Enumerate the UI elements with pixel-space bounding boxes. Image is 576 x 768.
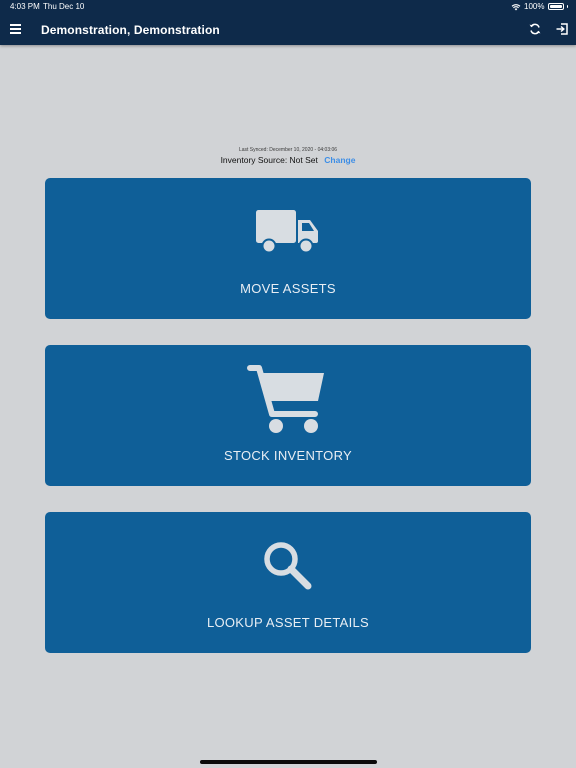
battery-tip [566, 5, 568, 8]
stock-inventory-label: STOCK INVENTORY [223, 448, 353, 463]
logout-icon[interactable] [555, 22, 569, 36]
battery-percent: 100% [524, 2, 545, 11]
move-assets-label: MOVE ASSETS [240, 281, 336, 296]
app-header: 4:03 PM Thu Dec 10 100% Demonstration, D… [0, 0, 576, 45]
magnifier-icon-wrap [45, 540, 531, 592]
magnifier-icon [264, 542, 312, 590]
status-time: 4:03 PM [10, 2, 40, 11]
lookup-asset-details-button[interactable]: LOOKUP ASSET DETAILS [45, 512, 531, 653]
truck-icon-wrap [45, 208, 531, 254]
last-synced-text: Last Synced: December 10, 2020 - 04:03:0… [238, 147, 338, 153]
move-assets-button[interactable]: MOVE ASSETS [45, 178, 531, 319]
hamburger-menu-icon[interactable] [10, 24, 22, 34]
sync-info: Last Synced: December 10, 2020 - 04:03:0… [0, 147, 576, 166]
status-bar: 4:03 PM Thu Dec 10 100% [0, 0, 576, 14]
inventory-source-line: Inventory Source: Not Set Change [0, 154, 576, 166]
battery-icon [547, 3, 564, 10]
status-date: Thu Dec 10 [43, 2, 85, 11]
stock-inventory-button[interactable]: STOCK INVENTORY [45, 345, 531, 486]
page-title: Demonstration, Demonstration [41, 23, 220, 37]
wifi-icon [511, 3, 521, 10]
change-link[interactable]: Change [324, 155, 355, 165]
sync-icon[interactable] [528, 22, 542, 36]
inventory-source-text: Inventory Source: Not Set [220, 155, 318, 165]
truck-icon [256, 210, 318, 254]
lookup-asset-details-label: LOOKUP ASSET DETAILS [206, 615, 370, 630]
home-indicator [200, 760, 377, 764]
cart-icon-wrap [45, 364, 531, 436]
cart-icon [247, 365, 324, 433]
status-indicators: 100% [511, 2, 568, 11]
